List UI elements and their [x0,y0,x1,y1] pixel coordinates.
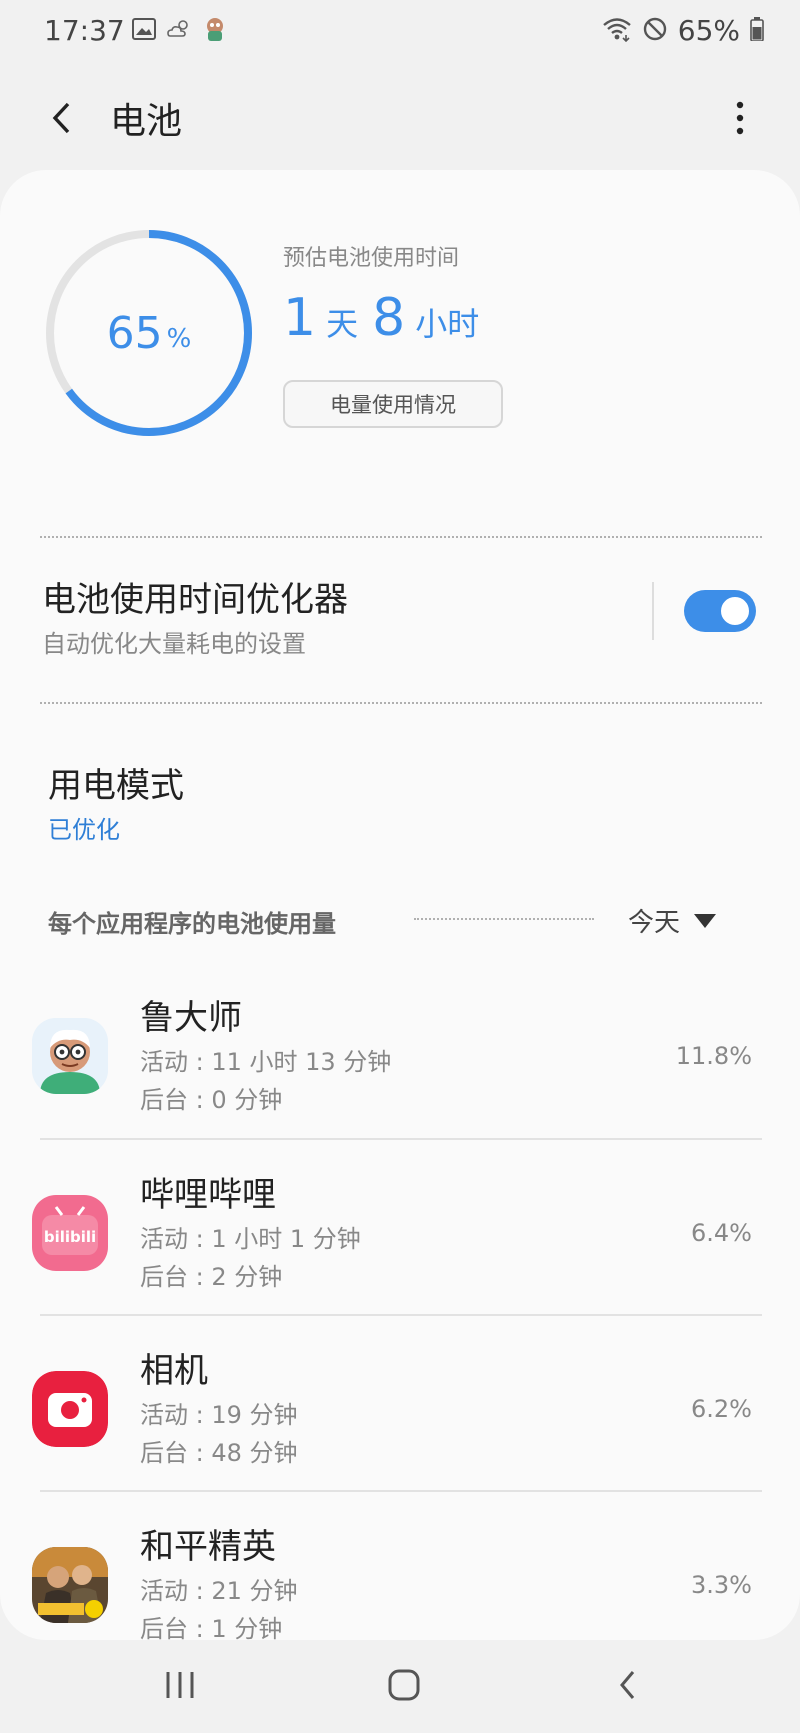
battery-level-unit: % [166,324,192,354]
app-usage-percent: 11.8% [675,1042,752,1070]
per-app-usage-label: 每个应用程序的电池使用量 [48,910,336,938]
app-name: 哔哩哔哩 [140,1175,276,1215]
battery-level-value: 65 [106,307,163,359]
app-usage-row[interactable]: 和平精英 活动 : 21 分钟 后台 : 1 分钟 3.3% [0,1499,800,1640]
power-mode-title[interactable]: 用电模式 [48,758,184,807]
gallery-icon [132,18,156,44]
app-usage-percent: 3.3% [691,1571,752,1599]
home-button[interactable] [374,1660,434,1710]
app-name: 相机 [140,1351,208,1391]
app-usage-percent: 6.4% [691,1219,752,1247]
app-active-time: 活动 : 11 小时 13 分钟 [140,1048,392,1076]
app-usage-row[interactable]: bilibili 哔哩哔哩 活动 : 1 小时 1 分钟 后台 : 2 分钟 6… [0,1147,800,1323]
estimate-days-unit: 天 [326,305,359,343]
estimate-label: 预估电池使用时间 [283,246,460,271]
more-options-button[interactable] [714,92,766,144]
app-usage-row[interactable]: 相机 活动 : 19 分钟 后台 : 48 分钟 6.2% [0,1323,800,1499]
bilibili-icon: bilibili [32,1195,108,1271]
app-background-time: 后台 : 0 分钟 [140,1086,283,1114]
peacekeeper-elite-icon [32,1547,108,1623]
app-background-time: 后台 : 1 分钟 [140,1615,283,1640]
estimate-days: 1 [283,288,317,348]
app-background-time: 后台 : 48 分钟 [140,1439,298,1467]
back-nav-icon [620,1671,635,1699]
period-value: 今天 [628,908,681,938]
app-usage-row[interactable]: 鲁大师 活动 : 11 小时 13 分钟 后台 : 0 分钟 11.8% [0,970,800,1146]
recent-apps-icon [166,1672,194,1698]
battery-card: 65 % 预估电池使用时间 1 天 8 小时 电量使用情况 电池使用时间优化器 … [0,170,800,1640]
app-name: 和平精英 [140,1527,276,1567]
home-icon [388,1669,420,1701]
optimizer-subtitle: 自动优化大量耗电的设置 [42,630,306,658]
section-divider [40,702,762,704]
row-separator [40,1314,762,1316]
ludashi-icon [32,1018,108,1094]
optimizer-title[interactable]: 电池使用时间优化器 [42,572,348,621]
page-title: 电池 [110,101,183,142]
app-bar: 电池 [0,78,800,158]
row-separator [40,1490,762,1492]
recent-apps-button[interactable] [150,1660,210,1710]
toggle-knob [718,594,752,628]
battery-percent: 65% [677,14,740,47]
estimate-hours: 8 [372,288,406,348]
wifi-icon [602,16,632,46]
optimizer-toggle[interactable] [684,590,756,632]
back-nav-button[interactable] [598,1660,658,1710]
section-divider [40,536,762,538]
do-not-disturb-icon [642,16,668,46]
row-separator [40,1138,762,1140]
battery-icon [750,16,764,45]
back-button[interactable] [36,92,88,144]
app-notification-icon [202,16,228,46]
more-vert-icon [736,101,744,135]
app-name: 鲁大师 [140,998,242,1038]
app-active-time: 活动 : 1 小时 1 分钟 [140,1225,361,1253]
status-bar: 17:37 65% [0,0,800,64]
estimate-hours-unit: 小时 [415,305,480,343]
app-active-time: 活动 : 21 分钟 [140,1577,298,1605]
estimate-time: 1 天 8 小时 [283,288,493,348]
per-app-dotted-leader [414,918,594,920]
weather-icon [166,18,192,44]
navigation-bar [0,1640,800,1733]
app-background-time: 后台 : 2 分钟 [140,1263,283,1291]
app-usage-percent: 6.2% [691,1395,752,1423]
status-time: 17:37 [44,14,125,47]
svg-text:bilibili: bilibili [44,1228,96,1246]
toggle-divider [652,582,654,640]
period-dropdown[interactable]: 今天 [628,902,717,939]
back-arrow-icon [52,102,70,134]
app-active-time: 活动 : 19 分钟 [140,1401,298,1429]
battery-usage-button[interactable]: 电量使用情况 [283,380,503,428]
battery-level-ring: 65 % [44,228,254,438]
camera-icon [32,1371,108,1447]
dropdown-arrow-icon [694,913,717,928]
power-mode-value: 已优化 [48,816,120,844]
